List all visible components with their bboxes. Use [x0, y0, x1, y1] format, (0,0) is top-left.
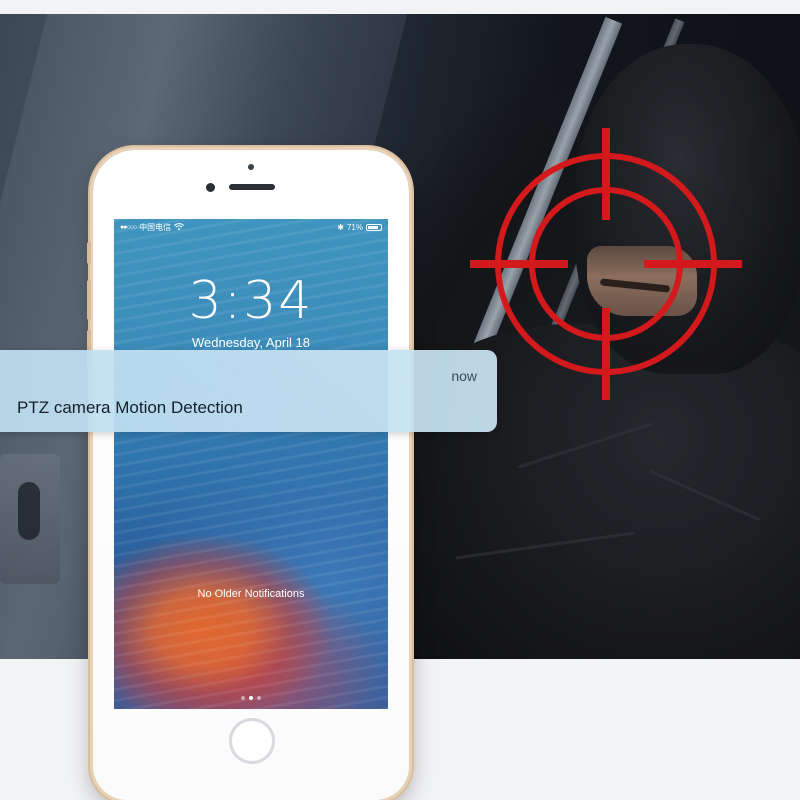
lock-screen-date: Wednesday, April 18 [191, 335, 311, 350]
page-dot [257, 696, 261, 700]
front-camera [206, 183, 215, 192]
earpiece-speaker [229, 184, 275, 190]
notification-timestamp: now [451, 368, 477, 384]
wifi-icon [174, 223, 185, 231]
page-dot-active [249, 696, 253, 700]
notification-message: PTZ camera Motion Detection [17, 398, 243, 417]
no-older-notifications-label: No Older Notifications [197, 588, 305, 600]
page-dot [241, 696, 245, 700]
proximity-sensor [248, 164, 254, 170]
page-indicator [114, 696, 388, 700]
battery-percentage: 71% [346, 222, 363, 232]
mute-switch [87, 242, 91, 264]
status-bar-right: ✱ 71% [337, 223, 382, 232]
status-bar: ●●○○○ 中国电信 ✱ 71% [114, 219, 388, 235]
bluetooth-icon: ✱ [337, 222, 344, 232]
door-keyhole [18, 482, 40, 540]
home-button[interactable] [229, 718, 275, 764]
target-reticle-icon [470, 128, 742, 400]
lock-screen-clock: 3:34 [188, 271, 314, 331]
carrier-name: 中国电信 [139, 222, 172, 232]
battery-icon [366, 223, 382, 231]
signal-strength-icon: ●●○○○ [120, 223, 137, 231]
status-bar-left: ●●○○○ 中国电信 [120, 222, 185, 233]
motion-detection-notification[interactable]: now PTZ camera Motion Detection [0, 350, 497, 432]
volume-up-button [87, 280, 91, 320]
smartphone: ●●○○○ 中国电信 ✱ 71% 3:34 Wednesday, April 1… [87, 150, 409, 800]
lock-screen[interactable]: ●●○○○ 中国电信 ✱ 71% 3:34 Wednesday, April 1… [114, 219, 388, 709]
